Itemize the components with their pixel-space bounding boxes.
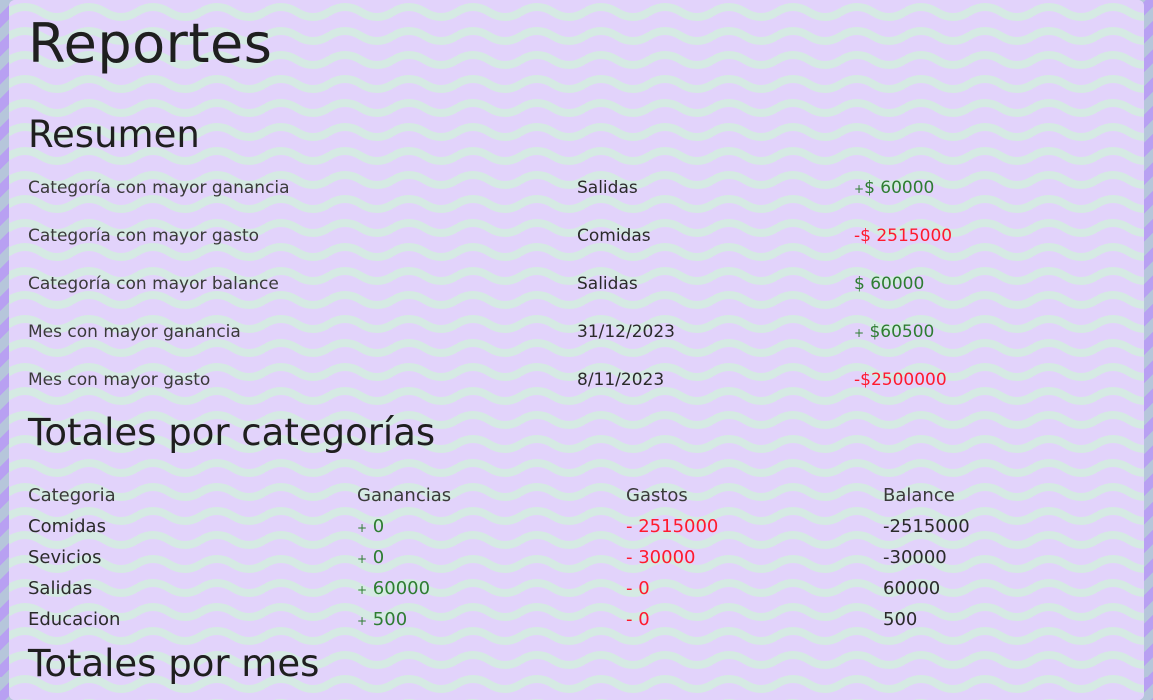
balance-cell: 60000 (883, 578, 941, 599)
column-header-category: Categoria (28, 485, 116, 506)
expenses-cell: - 0 (626, 578, 650, 599)
balance-cell: 500 (883, 609, 918, 630)
summary-heading: Resumen (28, 113, 200, 156)
summary-name: 8/11/2023 (577, 370, 665, 390)
amount-value: $ 2515000 (860, 226, 953, 246)
expenses-cell: - 0 (626, 609, 650, 630)
column-header-balance: Balance (883, 485, 955, 506)
summary-amount: + $60500 (854, 320, 1114, 345)
amount-sign: + (854, 326, 865, 340)
summary-label: Categoría con mayor ganancia (28, 178, 290, 198)
amount-value: $ 60000 (864, 178, 935, 198)
gains-cell: + 500 (357, 608, 407, 633)
balance-cell: -2515000 (883, 516, 970, 537)
category-cell: Salidas (28, 578, 93, 599)
gains-cell: + 0 (357, 515, 384, 540)
report-card: Reportes Resumen Categoría con mayor gan… (9, 0, 1144, 700)
expenses-cell: - 2515000 (626, 516, 719, 537)
summary-label: Mes con mayor ganancia (28, 322, 241, 342)
summary-name: Salidas (577, 178, 638, 198)
summary-amount: -$ 2515000 (854, 224, 1114, 248)
summary-amount: $ 60000 (854, 272, 1114, 296)
gain-value: 500 (367, 609, 408, 630)
category-cell: Comidas (28, 516, 106, 537)
summary-name: Comidas (577, 226, 651, 246)
summary-amount: -$2500000 (854, 368, 1114, 392)
amount-sign: + (854, 182, 865, 196)
amount-value: $2500000 (860, 370, 947, 390)
column-header-gains: Ganancias (357, 485, 452, 506)
summary-amount: +$ 60000 (854, 176, 1114, 201)
gain-value: 60000 (367, 578, 431, 599)
month-totals-heading: Totales por mes (28, 642, 320, 685)
balance-cell: -30000 (883, 547, 947, 568)
category-cell: Educacion (28, 609, 121, 630)
gain-sign: + (357, 583, 368, 597)
table-row: Comidas + 0 - 2515000 -2515000 (28, 515, 1108, 539)
gain-sign: + (357, 521, 368, 535)
amount-value: $60500 (864, 322, 935, 342)
summary-name: Salidas (577, 274, 638, 294)
amount-value: $ 60000 (854, 274, 925, 294)
page-title: Reportes (28, 12, 273, 75)
category-cell: Sevicios (28, 547, 102, 568)
summary-label: Categoría con mayor balance (28, 274, 279, 294)
table-header-row: Categoria Ganancias Gastos Balance (28, 484, 1108, 508)
gain-value: 0 (367, 516, 385, 537)
gain-sign: + (357, 614, 368, 628)
gain-sign: + (357, 552, 368, 566)
category-totals-heading: Totales por categorías (28, 411, 436, 454)
summary-label: Categoría con mayor gasto (28, 226, 260, 246)
expenses-cell: - 30000 (626, 547, 696, 568)
gains-cell: + 60000 (357, 577, 430, 602)
table-row: Salidas + 60000 - 0 60000 (28, 577, 1108, 601)
summary-label: Mes con mayor gasto (28, 370, 211, 390)
summary-name: 31/12/2023 (577, 322, 675, 342)
gains-cell: + 0 (357, 546, 384, 571)
gain-value: 0 (367, 547, 385, 568)
table-row: Educacion + 500 - 0 500 (28, 608, 1108, 632)
table-row: Sevicios + 0 - 30000 -30000 (28, 546, 1108, 570)
column-header-expenses: Gastos (626, 485, 688, 506)
